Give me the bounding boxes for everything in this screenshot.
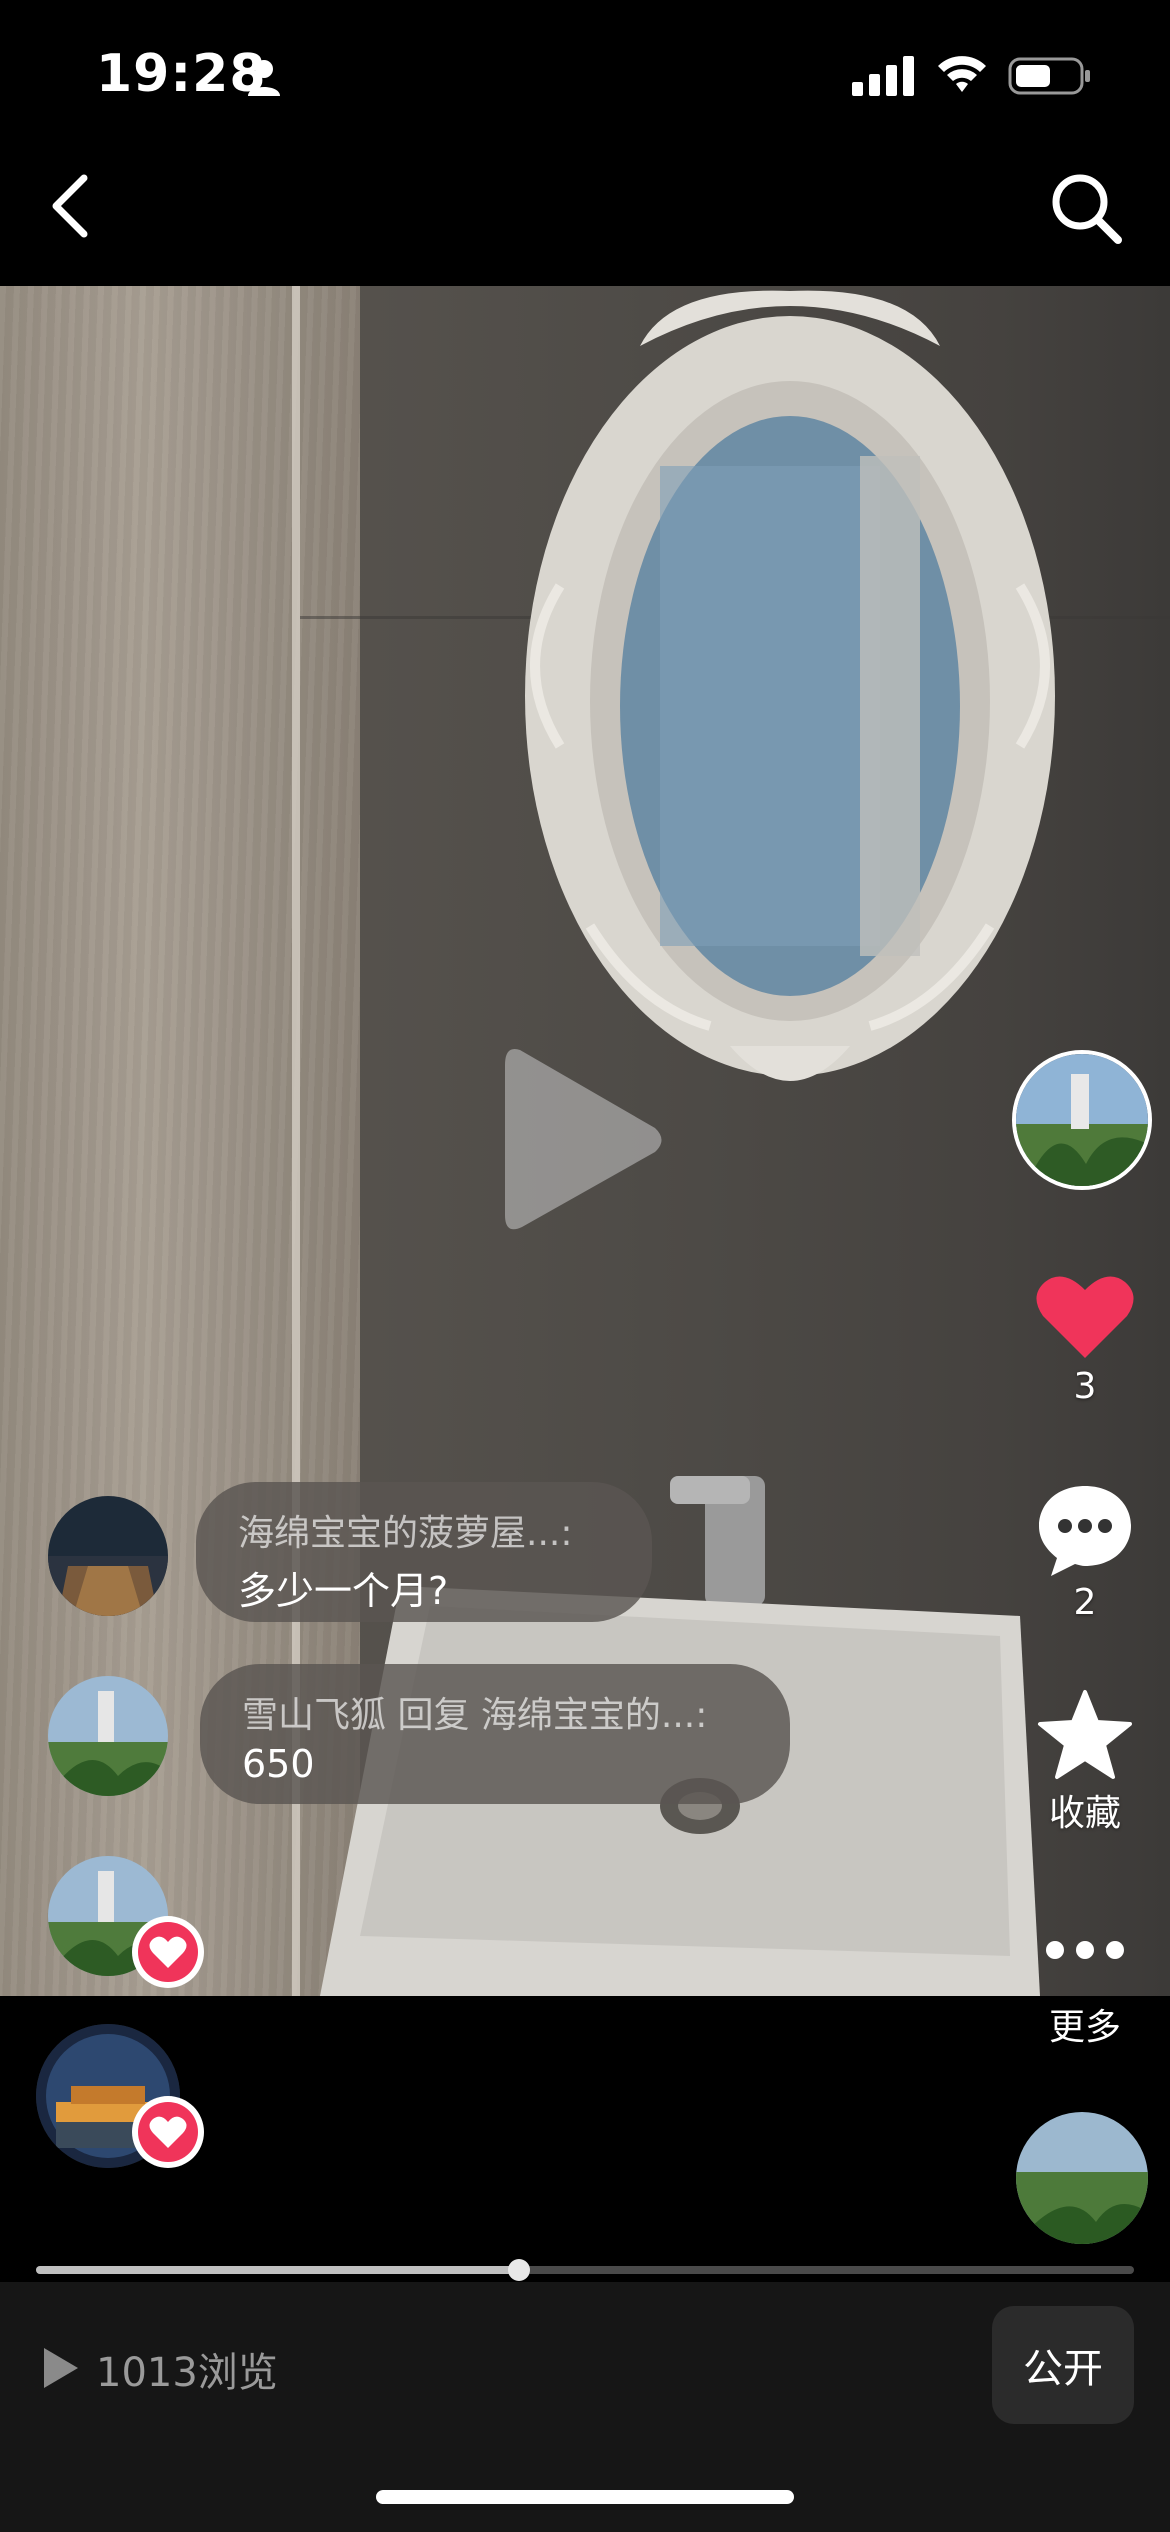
video-frame-mirror <box>525 290 1055 1081</box>
signal-icon <box>852 56 914 96</box>
search-button[interactable] <box>1046 168 1126 248</box>
back-icon <box>52 174 88 238</box>
comment-author: 雪山飞狐 回复 海绵宝宝的...: <box>242 1695 708 1736</box>
wifi-icon <box>938 56 986 92</box>
back-button[interactable] <box>38 168 102 244</box>
comment-bubble-1[interactable]: 海绵宝宝的菠萝屋...: 多少一个月? <box>196 1482 652 1622</box>
avatar-image <box>1016 1054 1148 1186</box>
heart-badge-fill <box>138 2102 198 2162</box>
author-avatar[interactable] <box>1012 1050 1152 1190</box>
like-button[interactable]: 3 <box>1010 1272 1160 1407</box>
star-icon <box>1038 1690 1132 1779</box>
play-icon <box>505 1049 662 1230</box>
comment-avatar-image <box>48 1496 168 1616</box>
comment-avatar-2[interactable] <box>48 1676 168 1796</box>
like-count: 3 <box>1073 1366 1097 1407</box>
comment-avatar-1[interactable] <box>48 1496 168 1616</box>
home-indicator <box>376 2490 794 2504</box>
comment-author: 海绵宝宝的菠萝屋...: <box>238 1513 573 1554</box>
music-avatar[interactable] <box>1016 2112 1148 2244</box>
more-button[interactable]: 更多 <box>1010 1920 1160 2050</box>
favorite-label: 收藏 <box>1048 1793 1121 1834</box>
comment-count: 2 <box>1073 1582 1097 1623</box>
person-icon <box>248 60 280 96</box>
comment-button[interactable]: 2 <box>1010 1482 1160 1623</box>
status-time: 19:28 <box>96 44 267 104</box>
play-button[interactable] <box>500 1040 670 1240</box>
visibility-button[interactable]: 公开 <box>992 2306 1134 2424</box>
more-label: 更多 <box>1048 2007 1121 2048</box>
heart-icon <box>149 2116 187 2148</box>
search-icon <box>1052 174 1122 244</box>
heart-icon <box>149 1936 187 1968</box>
comment-text: 650 <box>242 1742 315 1786</box>
heart-badge-fill <box>138 1922 198 1982</box>
comment-bubble-2[interactable]: 雪山飞狐 回复 海绵宝宝的...: 650 <box>200 1664 790 1804</box>
comment-heart-badge[interactable] <box>132 1916 204 1988</box>
battery-icon <box>1008 57 1090 95</box>
comment-text: 多少一个月? <box>238 1569 449 1613</box>
user-heart-badge[interactable] <box>132 2096 204 2168</box>
music-avatar-image <box>1016 2112 1148 2244</box>
progress-knob[interactable] <box>508 2259 530 2281</box>
views-play-icon <box>44 2348 78 2388</box>
progress-fill <box>36 2266 519 2274</box>
comment-icon <box>1039 1486 1131 1576</box>
comment-avatar-image <box>48 1676 168 1796</box>
view-count: 1013浏览 <box>96 2350 278 2396</box>
more-icon <box>1046 1941 1124 1959</box>
favorite-button[interactable]: 收藏 <box>1010 1688 1160 1836</box>
status-bar: 19:28 <box>0 0 1170 150</box>
heart-icon <box>1036 1276 1134 1358</box>
